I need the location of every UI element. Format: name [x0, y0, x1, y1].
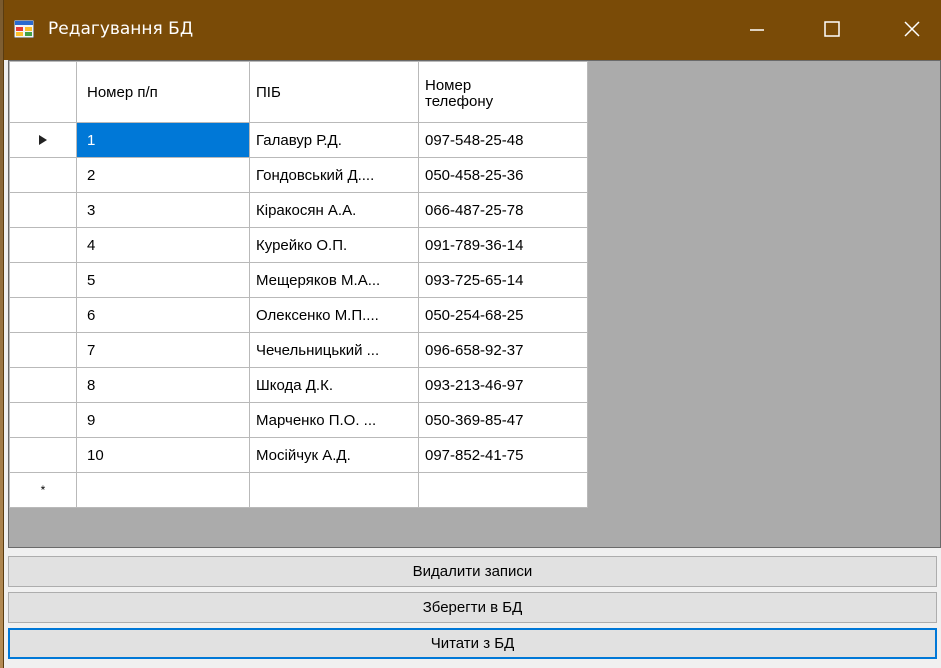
- cell-name[interactable]: Мосійчук А.Д.: [249, 437, 419, 473]
- data-grid: Номер п/п ПІБ Номер телефону 1 Галавур Р.…: [9, 61, 588, 508]
- table-row[interactable]: 6 Олексенко М.П.... 050-254-68-25: [9, 297, 588, 333]
- maximize-button[interactable]: [801, 0, 861, 60]
- new-row-cell[interactable]: [418, 472, 588, 508]
- cell-phone[interactable]: 097-548-25-48: [418, 122, 588, 158]
- table-row[interactable]: 5 Мещеряков М.А... 093-725-65-14: [9, 262, 588, 298]
- cell-name[interactable]: Кіракосян А.А.: [249, 192, 419, 228]
- cell-name[interactable]: Курейко О.П.: [249, 227, 419, 263]
- cell-num[interactable]: 1: [76, 122, 250, 158]
- row-header[interactable]: [9, 297, 77, 333]
- close-button[interactable]: [881, 0, 941, 60]
- cell-phone[interactable]: 093-725-65-14: [418, 262, 588, 298]
- new-row-asterisk-icon: *: [40, 483, 46, 497]
- column-header-phone-line2: телефону: [425, 93, 494, 110]
- new-row[interactable]: *: [9, 472, 588, 508]
- app-window: Редагування БД Номер п/п ПІБ Номер телеф…: [4, 0, 941, 668]
- cell-name[interactable]: Шкода Д.К.: [249, 367, 419, 403]
- row-header[interactable]: [9, 192, 77, 228]
- cell-num[interactable]: 7: [76, 332, 250, 368]
- table-row[interactable]: 10 Мосійчук А.Д. 097-852-41-75: [9, 437, 588, 473]
- minimize-button[interactable]: [726, 0, 786, 60]
- table-row[interactable]: 8 Шкода Д.К. 093-213-46-97: [9, 367, 588, 403]
- row-header[interactable]: [9, 262, 77, 298]
- cell-phone[interactable]: 093-213-46-97: [418, 367, 588, 403]
- read-from-db-button[interactable]: Читати з БД: [8, 628, 937, 659]
- table-row[interactable]: 9 Марченко П.О. ... 050-369-85-47: [9, 402, 588, 438]
- current-row-arrow-icon: [11, 124, 76, 157]
- row-header[interactable]: [9, 122, 77, 158]
- cell-phone[interactable]: 050-254-68-25: [418, 297, 588, 333]
- save-to-db-button[interactable]: Зберегти в БД: [8, 592, 937, 623]
- table-row[interactable]: 7 Чечельницький ... 096-658-92-37: [9, 332, 588, 368]
- window-title: Редагування БД: [48, 19, 194, 39]
- new-row-cell[interactable]: [249, 472, 419, 508]
- row-header-corner[interactable]: [9, 61, 77, 123]
- cell-phone[interactable]: 066-487-25-78: [418, 192, 588, 228]
- cell-num[interactable]: 9: [76, 402, 250, 438]
- cell-name[interactable]: Олексенко М.П....: [249, 297, 419, 333]
- cell-num[interactable]: 6: [76, 297, 250, 333]
- new-row-header[interactable]: *: [9, 472, 77, 508]
- table-row[interactable]: 3 Кіракосян А.А. 066-487-25-78: [9, 192, 588, 228]
- new-row-cell[interactable]: [76, 472, 250, 508]
- app-icon: [13, 19, 35, 39]
- cell-name[interactable]: Гондовський Д....: [249, 157, 419, 193]
- cell-num[interactable]: 3: [76, 192, 250, 228]
- cell-name[interactable]: Галавур Р.Д.: [249, 122, 419, 158]
- column-header-phone-line1: Номер: [425, 77, 472, 94]
- table-row[interactable]: 1 Галавур Р.Д. 097-548-25-48: [9, 122, 588, 158]
- cell-phone[interactable]: 096-658-92-37: [418, 332, 588, 368]
- cell-phone[interactable]: 091-789-36-14: [418, 227, 588, 263]
- column-header-num[interactable]: Номер п/п: [76, 61, 250, 123]
- column-header-name[interactable]: ПІБ: [249, 61, 419, 123]
- cell-num[interactable]: 2: [76, 157, 250, 193]
- row-header[interactable]: [9, 227, 77, 263]
- cell-phone[interactable]: 097-852-41-75: [418, 437, 588, 473]
- row-header[interactable]: [9, 437, 77, 473]
- header-row: Номер п/п ПІБ Номер телефону: [9, 61, 588, 123]
- cell-num[interactable]: 4: [76, 227, 250, 263]
- data-grid-view[interactable]: Номер п/п ПІБ Номер телефону 1 Галавур Р.…: [8, 60, 941, 548]
- cell-name[interactable]: Мещеряков М.А...: [249, 262, 419, 298]
- cell-name[interactable]: Марченко П.О. ...: [249, 402, 419, 438]
- cell-num[interactable]: 10: [76, 437, 250, 473]
- table-row[interactable]: 2 Гондовський Д.... 050-458-25-36: [9, 157, 588, 193]
- cell-num[interactable]: 5: [76, 262, 250, 298]
- cell-num[interactable]: 8: [76, 367, 250, 403]
- row-header[interactable]: [9, 157, 77, 193]
- row-header[interactable]: [9, 367, 77, 403]
- delete-records-button[interactable]: Видалити записи: [8, 556, 937, 587]
- row-header[interactable]: [9, 402, 77, 438]
- cell-phone[interactable]: 050-458-25-36: [418, 157, 588, 193]
- table-row[interactable]: 4 Курейко О.П. 091-789-36-14: [9, 227, 588, 263]
- column-header-phone[interactable]: Номер телефону: [418, 61, 588, 123]
- title-bar[interactable]: Редагування БД: [4, 0, 941, 60]
- row-header[interactable]: [9, 332, 77, 368]
- cell-name[interactable]: Чечельницький ...: [249, 332, 419, 368]
- cell-phone[interactable]: 050-369-85-47: [418, 402, 588, 438]
